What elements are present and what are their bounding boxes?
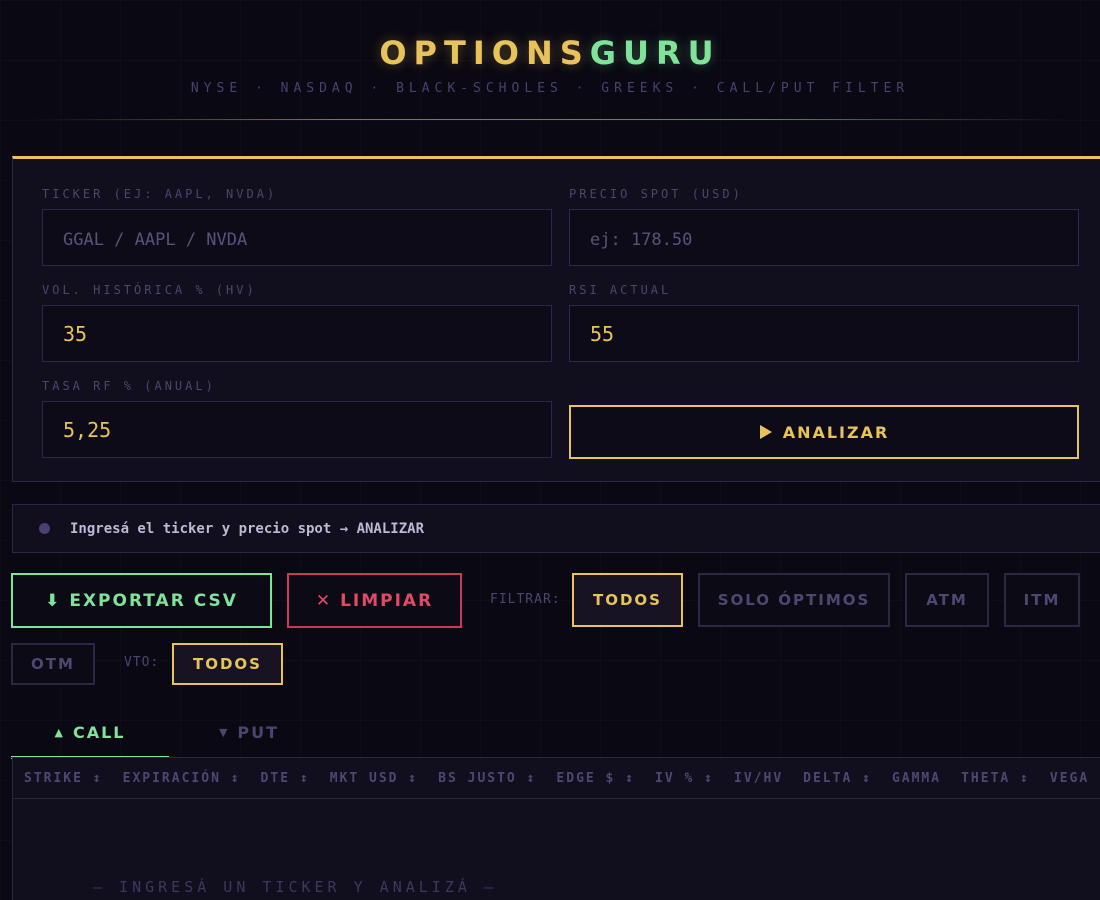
filter-chip-atm[interactable]: ATM [905,573,989,627]
column-header-gamma: GAMMA [891,770,942,786]
spot-price-label: PRECIO SPOT (USD) [569,187,743,201]
header-divider [30,119,1070,120]
export-csv-button[interactable]: ⬇ EXPORTAR CSV [11,573,272,628]
ticker-label: TICKER (EJ: AAPL, NVDA) [42,187,278,201]
logo-part-options: OPTIONS [379,34,590,72]
column-header-bs-justo[interactable]: BS JUSTO ↕ [438,771,536,786]
column-header-iv[interactable]: IV % ↕ [655,771,714,786]
x-icon: ✕ [315,590,333,611]
status-dot-icon [39,523,50,534]
analysis-form: TICKER (EJ: AAPL, NVDA) PRECIO SPOT (USD… [12,156,1100,482]
status-bar: Ingresá el ticker y precio spot → ANALIZ… [12,504,1100,553]
logo-part-guru: GURU [589,34,721,72]
expiry-chip-todos[interactable]: TODOS [172,643,283,685]
ticker-input[interactable] [42,209,552,266]
tab-put-label: PUT [237,722,280,742]
play-icon [759,425,772,439]
column-header-strike[interactable]: STRIKE ↕ [24,771,103,786]
column-header-theta[interactable]: THETA ↕ [961,771,1030,786]
app-header: OPTIONSGURU NYSE · NASDAQ · BLACK-SCHOLE… [0,0,1100,122]
triangle-up-icon: ▲ [54,725,65,739]
spot-price-input[interactable] [569,209,1079,266]
export-csv-label: EXPORTAR CSV [69,590,238,611]
analyze-button-label: ANALIZAR [782,422,890,442]
hv-label: VOL. HISTÓRICA % (HV) [42,283,257,297]
table-empty-message: — INGRESÁ UN TICKER Y ANALIZÁ — [93,878,497,896]
app-subtitle: NYSE · NASDAQ · BLACK-SCHOLES · GREEKS ·… [190,81,910,96]
filter-label: FILTRAR: [490,592,561,607]
filter-chip-todos[interactable]: TODOS [572,573,683,627]
column-header-mkt-usd[interactable]: MKT USD ↕ [330,771,418,786]
filter-chip-solo-optimos[interactable]: SOLO ÓPTIMOS [698,573,890,627]
filter-chip-otm[interactable]: OTM [11,643,95,685]
risk-free-rate-input[interactable] [42,401,552,458]
column-header-dte[interactable]: DTE ↕ [261,771,310,786]
triangle-down-icon: ▼ [218,725,230,739]
status-text: Ingresá el ticker y precio spot → ANALIZ… [70,520,425,537]
expiry-label: VTO: [124,655,160,670]
risk-free-rate-label: TASA RF % (ANUAL) [42,379,216,393]
app-logo: OPTIONSGURU [0,34,1100,72]
column-header-edge[interactable]: EDGE $ ↕ [556,771,635,786]
options-table: STRIKE ↕ EXPIRACIÓN ↕ DTE ↕ MKT USD ↕ BS… [12,758,1100,900]
hv-input[interactable] [42,305,552,362]
column-header-iv-hv: IV/HV [734,770,784,786]
tab-call-label: CALL [72,722,126,742]
analyze-button[interactable]: ANALIZAR [569,405,1079,459]
filter-chip-itm[interactable]: ITM [1004,573,1080,627]
rsi-input[interactable] [569,305,1079,362]
tab-put[interactable]: ▼ PUT [170,708,328,756]
column-header-vega: VEGA [1049,770,1090,786]
table-header: STRIKE ↕ EXPIRACIÓN ↕ DTE ↕ MKT USD ↕ BS… [13,758,1100,799]
column-header-expiracion[interactable]: EXPIRACIÓN ↕ [123,771,241,786]
download-arrow-icon: ⬇ [45,590,62,611]
tab-call[interactable]: ▲ CALL [11,708,169,759]
clear-button[interactable]: ✕ LIMPIAR [287,573,462,628]
column-header-delta[interactable]: DELTA ↕ [803,771,872,786]
rsi-label: RSI ACTUAL [569,283,672,297]
clear-label: LIMPIAR [340,590,434,611]
